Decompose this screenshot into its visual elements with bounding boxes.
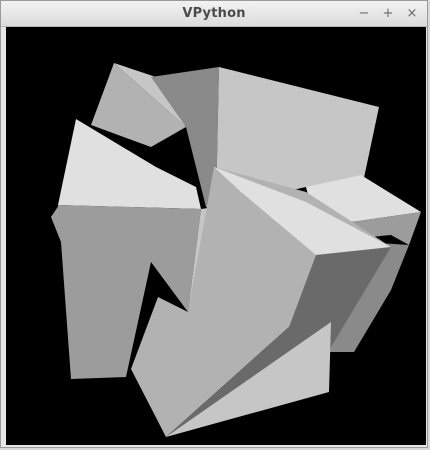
3d-scene-canvas[interactable] xyxy=(6,27,426,445)
close-button[interactable]: × xyxy=(405,4,419,22)
window-controls: − + × xyxy=(357,4,419,22)
title-bar[interactable]: VPython − + × xyxy=(1,1,427,27)
application-window: VPython − + × xyxy=(0,0,428,448)
3d-scene xyxy=(51,63,421,437)
minimize-button[interactable]: − xyxy=(357,4,371,22)
maximize-button[interactable]: + xyxy=(381,4,395,22)
